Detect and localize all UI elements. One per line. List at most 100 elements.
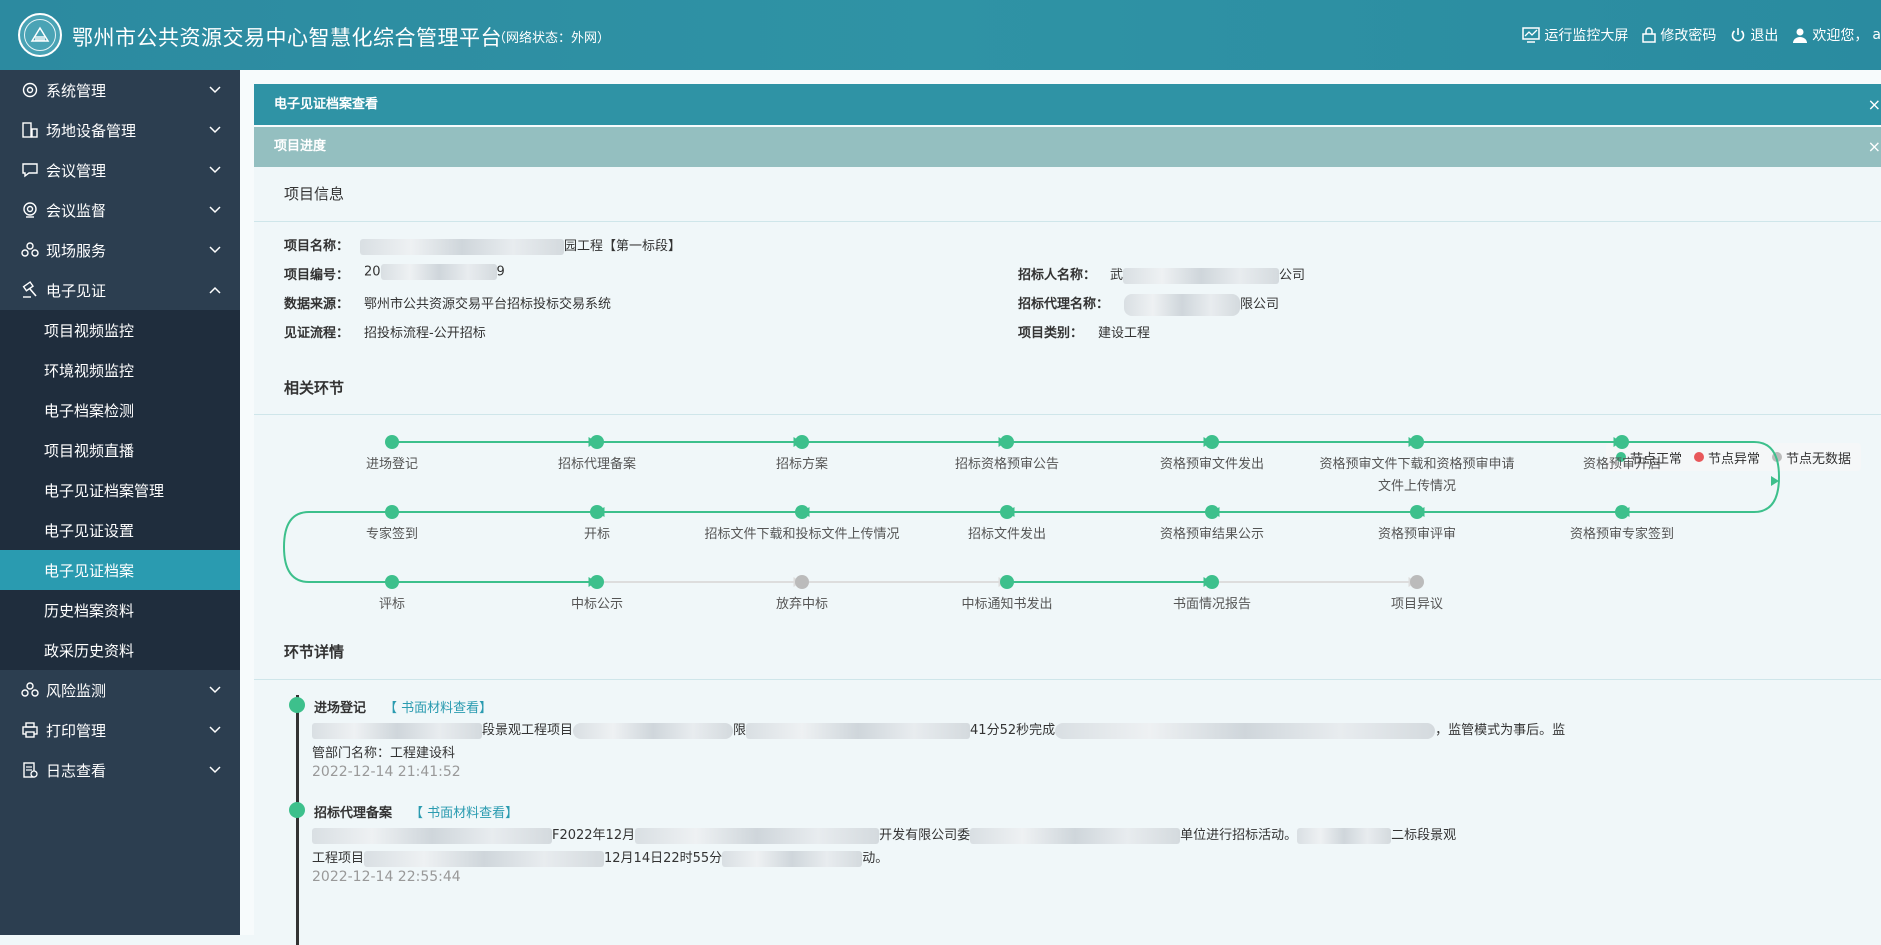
project-info-title: 项目信息 xyxy=(284,185,345,203)
submenu-item-witness-settings[interactable]: 电子见证设置 xyxy=(0,510,240,550)
hammer-icon xyxy=(20,280,40,300)
agent-label: 招标代理名称： xyxy=(1018,297,1110,312)
flow-node-label: 资格预审开启 xyxy=(1582,457,1661,472)
menu-label: 打印管理 xyxy=(46,721,107,740)
flow-node-label: 书面情况报告 xyxy=(1172,597,1251,612)
menu-risk-monitoring[interactable]: 风险监测 xyxy=(0,670,240,710)
printer-icon xyxy=(20,720,40,740)
flow-node-label: 项目异议 xyxy=(1390,597,1443,612)
close-icon[interactable]: × xyxy=(1868,127,1881,167)
menu-label: 风险监测 xyxy=(46,681,107,700)
submenu-item-archive-detection[interactable]: 电子档案检测 xyxy=(0,390,240,430)
chevron-down-icon xyxy=(209,86,221,94)
app-title: 鄂州市公共资源交易中心智慧化综合管理平台 xyxy=(72,26,502,50)
menu-print-management[interactable]: 打印管理 xyxy=(0,710,240,750)
redacted-text xyxy=(746,722,971,739)
view-documents-link[interactable]: 【 书面材料查看】 xyxy=(384,697,492,716)
process-flow-labels: 进场登记 招标代理备案 招标方案 招标资格预审公告 资格预审文件发出 资格预审文件下载和资… xyxy=(254,412,1881,642)
timeline-description: 段景观工程项目限 41分52秒完成 ，监管模式为事后。监 xyxy=(312,719,1565,739)
camera-icon xyxy=(20,200,40,220)
timeline-dot xyxy=(289,802,305,818)
tenderer-value: 武公司 xyxy=(1110,267,1306,284)
change-password-label: 修改密码 xyxy=(1660,28,1717,44)
redacted-text xyxy=(364,850,605,867)
network-status: （网络状态：外网） xyxy=(493,31,611,46)
panel-title: 电子见证档案查看 xyxy=(274,97,379,112)
sidebar: 系统管理 场地设备管理 会议管理 会议监督 现场服务 电子见证 项目视频监控 环… xyxy=(0,70,240,935)
project-progress-content: 项目信息 项目名称： 园工程【第一标段】 项目编号： 20 9 数据来源： 鄂州市… xyxy=(254,167,1881,945)
menu-meeting-supervision[interactable]: 会议监督 xyxy=(0,190,240,230)
category-value: 建设工程 xyxy=(1098,326,1151,341)
flow-node-label: 招标方案 xyxy=(775,457,828,472)
flow-node-label: 进场登记 xyxy=(365,457,418,472)
timeline-dot xyxy=(289,697,305,713)
flow-node-label: 招标代理备案 xyxy=(557,457,636,472)
project-name-label: 项目名称： xyxy=(284,239,350,254)
redacted-text xyxy=(635,827,880,844)
timeline-axis xyxy=(296,695,299,945)
electronic-witness-submenu: 项目视频监控 环境视频监控 电子档案检测 项目视频直播 电子见证档案管理 电子见… xyxy=(0,310,240,670)
menu-log-view[interactable]: 日志查看 xyxy=(0,750,240,790)
flow-node-label: 中标通知书发出 xyxy=(961,597,1053,612)
main-content: 电子见证档案查看 × 项目进度 × 项目信息 项目名称： 园工程【第一标段】 项… xyxy=(240,70,1881,945)
submenu-item-environment-video-monitor[interactable]: 环境视频监控 xyxy=(0,350,240,390)
divider xyxy=(254,679,1881,680)
archive-view-panel-header[interactable]: 电子见证档案查看 × xyxy=(254,84,1881,125)
menu-system-management[interactable]: 系统管理 xyxy=(0,70,240,110)
flow-node-label: 资格预审评审 xyxy=(1377,527,1456,542)
submenu-item-project-video-monitor[interactable]: 项目视频监控 xyxy=(0,310,240,350)
menu-label: 电子见证 xyxy=(46,281,107,300)
flow-node-label: 资格预审结果公示 xyxy=(1159,527,1264,542)
related-nodes-title: 相关环节 xyxy=(284,379,345,397)
monitor-screen-label: 运行监控大屏 xyxy=(1544,28,1629,44)
redacted-text xyxy=(573,722,734,739)
submenu-item-project-live[interactable]: 项目视频直播 xyxy=(0,430,240,470)
gear-icon xyxy=(20,80,40,100)
menu-meeting-management[interactable]: 会议管理 xyxy=(0,150,240,190)
witness-flow-label: 见证流程： xyxy=(284,326,350,341)
user-menu[interactable]: 欢迎您， a xyxy=(1792,25,1881,45)
flow-node-label: 资格预审专家签到 xyxy=(1569,527,1674,542)
close-icon[interactable]: × xyxy=(1868,84,1881,125)
menu-onsite-service[interactable]: 现场服务 xyxy=(0,230,240,270)
redacted-text xyxy=(1297,827,1392,844)
chevron-down-icon xyxy=(209,206,221,214)
menu-electronic-witness[interactable]: 电子见证 xyxy=(0,270,240,310)
redacted-text xyxy=(312,827,552,844)
timeline-title: 招标代理备案 xyxy=(314,806,393,821)
submenu-item-witness-archive[interactable]: 电子见证档案 xyxy=(0,550,240,590)
header-actions: 运行监控大屏 修改密码 退出 欢迎您， a xyxy=(1522,0,1881,70)
lock-icon xyxy=(1642,27,1657,43)
service-icon xyxy=(20,240,40,260)
welcome-user-fragment: a xyxy=(1872,27,1881,43)
monitor-screen-button[interactable]: 运行监控大屏 xyxy=(1522,25,1628,45)
logout-button[interactable]: 退出 xyxy=(1730,25,1778,45)
device-icon xyxy=(20,120,40,140)
menu-label: 场地设备管理 xyxy=(46,121,137,140)
witness-flow-value: 招投标流程-公开招标 xyxy=(364,326,486,341)
power-icon xyxy=(1732,28,1745,42)
redacted-text xyxy=(722,850,863,867)
logout-label: 退出 xyxy=(1750,28,1779,44)
redacted-text xyxy=(1123,267,1280,284)
submenu-item-witness-archive-management[interactable]: 电子见证档案管理 xyxy=(0,470,240,510)
menu-label: 会议管理 xyxy=(46,161,107,180)
chevron-down-icon xyxy=(209,126,221,134)
menu-venue-equipment[interactable]: 场地设备管理 xyxy=(0,110,240,150)
submenu-item-procurement-history[interactable]: 政采历史资料 xyxy=(0,630,240,670)
timeline-title: 进场登记 xyxy=(314,701,367,716)
project-code-label: 项目编号： xyxy=(284,268,350,283)
change-password-button[interactable]: 修改密码 xyxy=(1642,25,1716,45)
submenu-item-history-archive[interactable]: 历史档案资料 xyxy=(0,590,240,630)
project-progress-panel-header[interactable]: 项目进度 × xyxy=(254,127,1881,167)
flow-node-label: 资格预审文件发出 xyxy=(1159,457,1264,472)
node-detail-title: 环节详情 xyxy=(284,643,345,661)
menu-label: 系统管理 xyxy=(46,81,107,100)
view-documents-link[interactable]: 【 书面材料查看】 xyxy=(410,802,518,821)
project-name-value: 园工程【第一标段】 xyxy=(360,235,681,255)
log-icon xyxy=(20,760,40,780)
user-icon xyxy=(1793,28,1808,43)
chat-icon xyxy=(20,160,40,180)
welcome-text: 欢迎您， xyxy=(1812,28,1869,44)
menu-label: 日志查看 xyxy=(46,761,107,780)
